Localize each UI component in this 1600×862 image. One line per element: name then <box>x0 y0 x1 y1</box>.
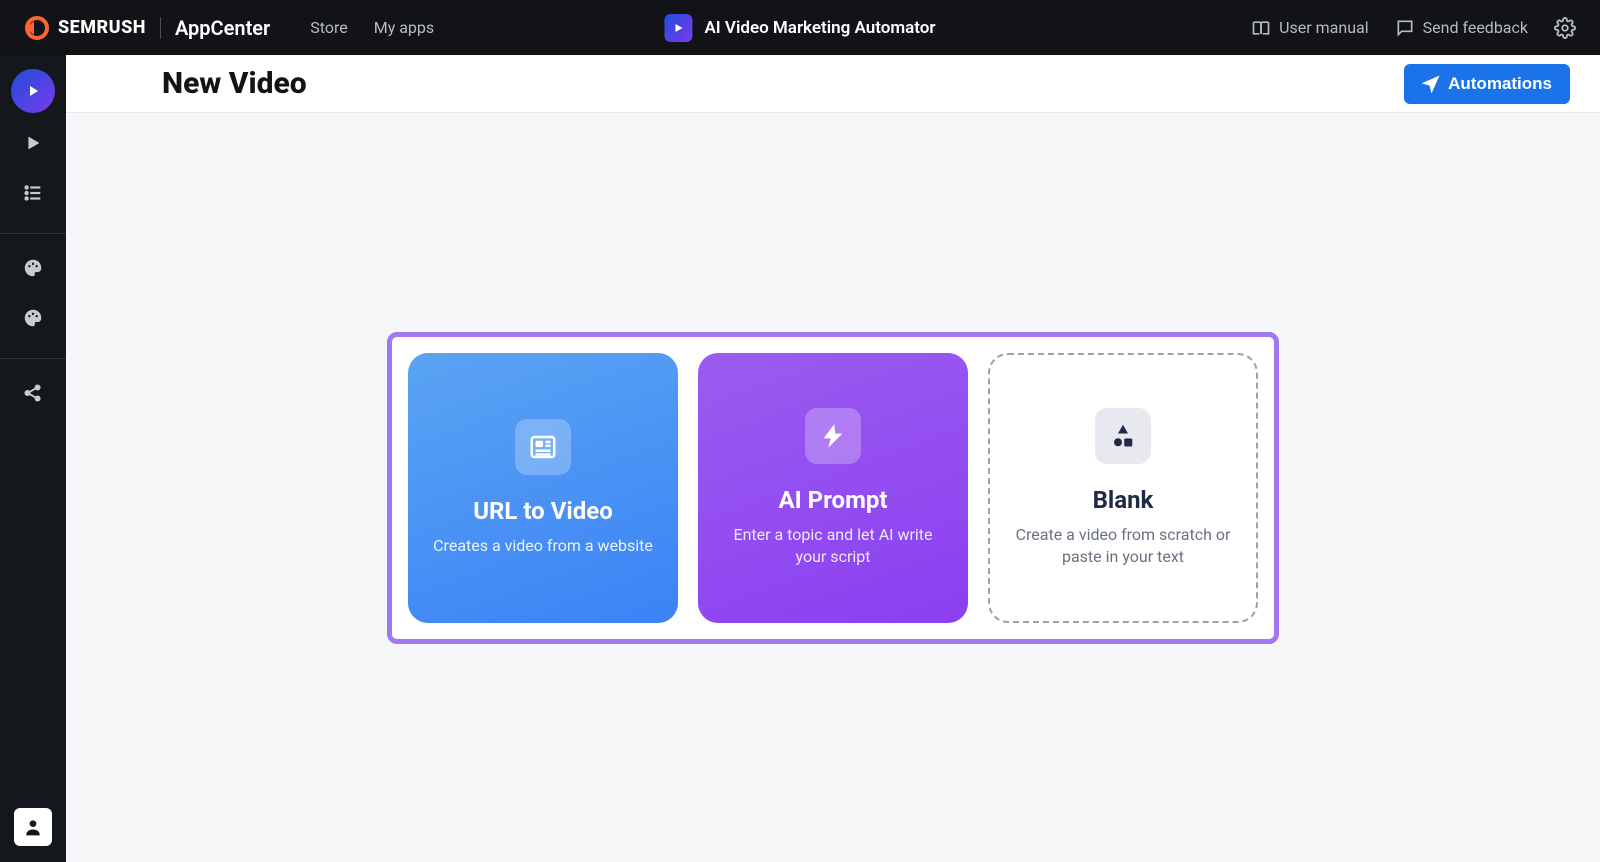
gear-icon <box>1554 17 1576 39</box>
shapes-icon <box>1095 408 1151 464</box>
page-header: New Video Automations <box>66 55 1600 113</box>
card-title: URL to Video <box>473 497 613 525</box>
list-icon <box>22 182 44 204</box>
sidebar-separator <box>0 233 66 234</box>
sidebar <box>0 55 66 862</box>
book-icon <box>1251 18 1271 38</box>
nav-my-apps[interactable]: My apps <box>374 18 434 37</box>
brand-divider <box>160 17 161 39</box>
play-icon <box>22 132 44 154</box>
sidebar-item-themes-2[interactable] <box>13 298 53 338</box>
send-icon <box>1422 75 1440 93</box>
send-feedback-link[interactable]: Send feedback <box>1395 18 1528 38</box>
stage: URL to Video Creates a video from a webs… <box>66 113 1600 862</box>
card-blank[interactable]: Blank Create a video from scratch or pas… <box>988 353 1258 623</box>
card-title: AI Prompt <box>779 486 888 514</box>
sidebar-item-videos[interactable] <box>13 123 53 163</box>
bolt-icon <box>805 408 861 464</box>
sidebar-separator <box>0 358 66 359</box>
sidebar-item-list[interactable] <box>13 173 53 213</box>
sidebar-app-icon[interactable] <box>11 69 55 113</box>
nav-store[interactable]: Store <box>310 18 347 37</box>
top-nav: Store My apps <box>310 18 434 37</box>
settings-button[interactable] <box>1554 17 1576 39</box>
person-icon <box>23 817 43 837</box>
automations-label: Automations <box>1448 74 1552 94</box>
current-app: AI Video Marketing Automator <box>664 14 935 42</box>
send-feedback-label: Send feedback <box>1423 18 1528 37</box>
main-content: New Video Automations URL to Video Creat… <box>66 55 1600 862</box>
page-title: New Video <box>162 66 307 101</box>
share-nodes-icon <box>22 382 44 404</box>
play-circle-icon <box>24 82 42 100</box>
newspaper-icon <box>515 419 571 475</box>
appcenter-label[interactable]: AppCenter <box>175 16 270 40</box>
current-app-icon <box>664 14 692 42</box>
brand-block: SEMRUSH <box>24 15 146 41</box>
card-description: Creates a video from a website <box>433 535 653 557</box>
current-app-title: AI Video Marketing Automator <box>704 18 935 38</box>
card-description: Create a video from scratch or paste in … <box>1010 524 1236 567</box>
brand-text: SEMRUSH <box>58 17 146 38</box>
palette-icon <box>22 307 44 329</box>
comment-icon <box>1395 18 1415 38</box>
card-description: Enter a topic and let AI write your scri… <box>718 524 948 567</box>
top-bar: SEMRUSH AppCenter Store My apps AI Video… <box>0 0 1600 55</box>
user-manual-link[interactable]: User manual <box>1251 18 1369 38</box>
card-ai-prompt[interactable]: AI Prompt Enter a topic and let AI write… <box>698 353 968 623</box>
card-title: Blank <box>1093 486 1154 514</box>
profile-button[interactable] <box>14 808 52 846</box>
sidebar-item-themes-1[interactable] <box>13 248 53 288</box>
automations-button[interactable]: Automations <box>1404 64 1570 104</box>
card-url-to-video[interactable]: URL to Video Creates a video from a webs… <box>408 353 678 623</box>
user-manual-label: User manual <box>1279 18 1369 37</box>
top-right: User manual Send feedback <box>1251 17 1576 39</box>
sidebar-item-share[interactable] <box>13 373 53 413</box>
palette-icon <box>22 257 44 279</box>
semrush-logo-icon <box>24 15 50 41</box>
option-cards-frame: URL to Video Creates a video from a webs… <box>387 332 1279 644</box>
